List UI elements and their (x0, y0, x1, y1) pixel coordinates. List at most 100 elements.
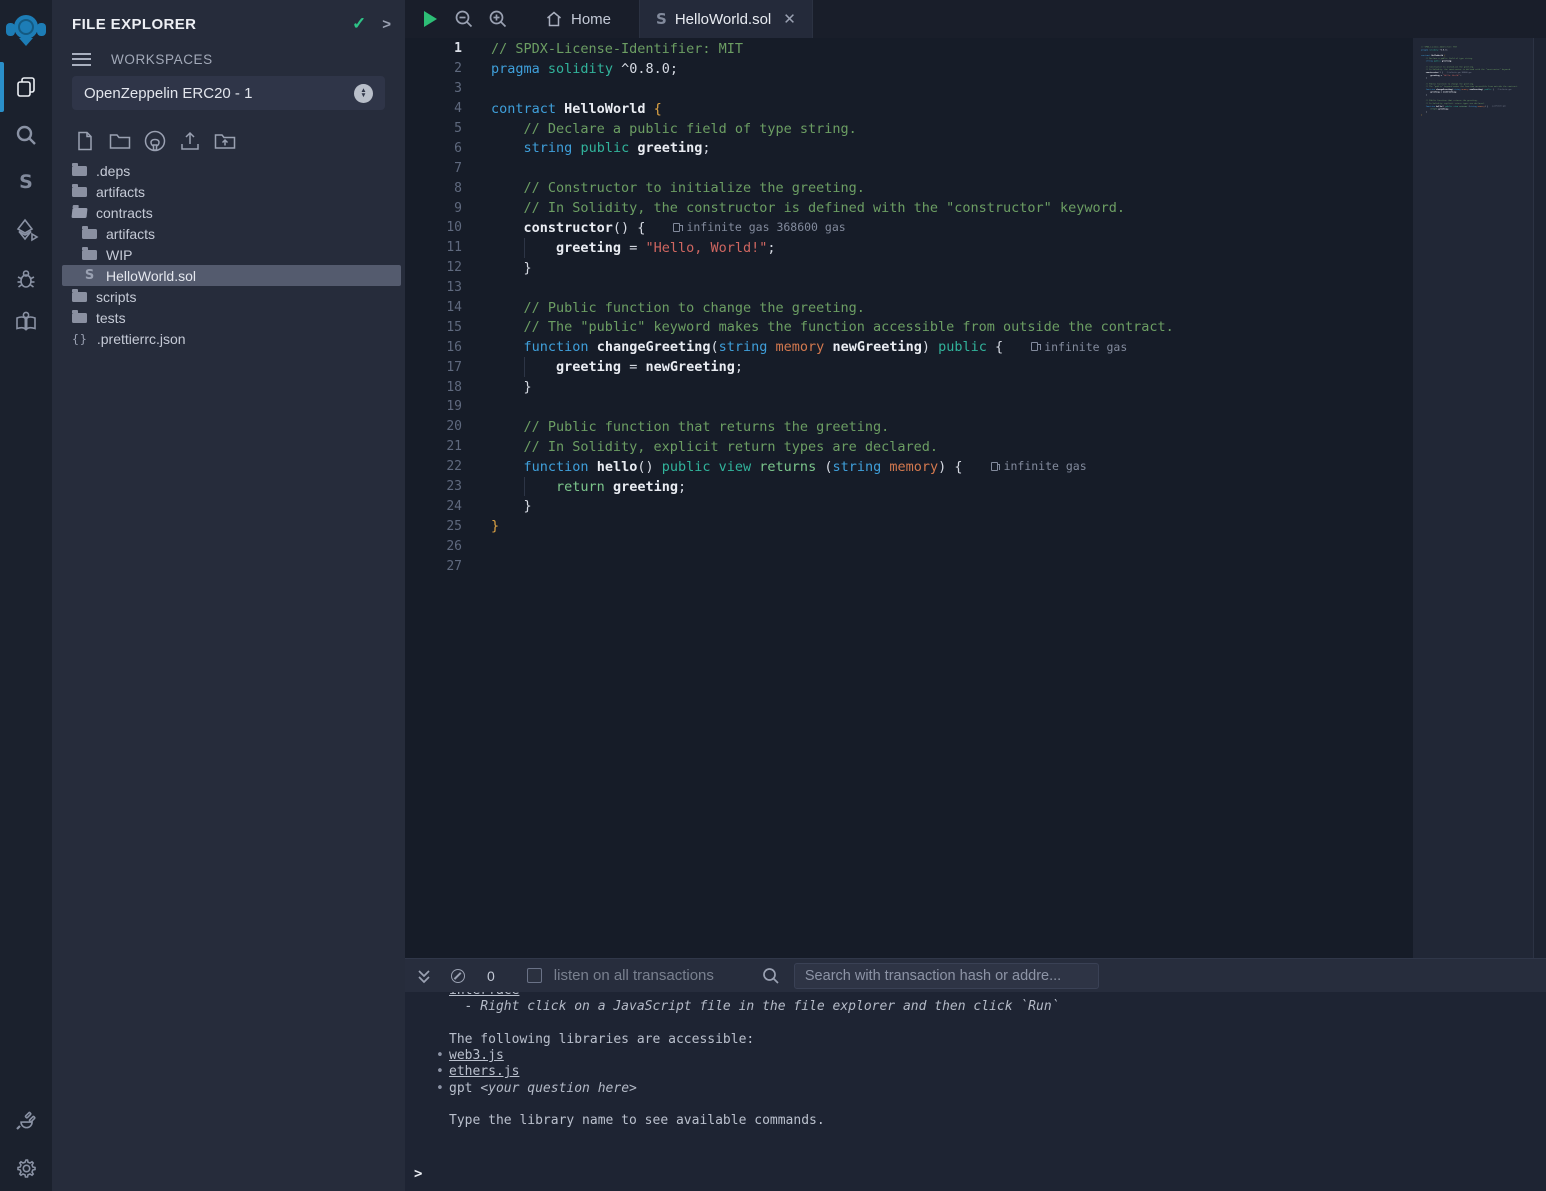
code-line-3[interactable]: 3 (405, 79, 1413, 99)
new-folder-icon[interactable] (107, 128, 133, 154)
tree-item-artifacts[interactable]: artifacts (62, 181, 401, 202)
code-line-19[interactable]: 19 (405, 397, 1413, 417)
tree-item-helloworld-sol[interactable]: SHelloWorld.sol (62, 265, 401, 286)
solidity-file-icon: S (82, 268, 97, 283)
file-explorer-panel: FILE EXPLORER ✓ > WORKSPACES OpenZeppeli… (52, 0, 405, 1191)
tree-item-tests[interactable]: tests (62, 307, 401, 328)
gas-estimate-badge: infinite gas (1031, 340, 1127, 354)
code-line-15[interactable]: 15 // The "public" keyword makes the fun… (405, 317, 1413, 337)
folder-icon (82, 250, 97, 260)
code-line-2[interactable]: 2pragma solidity ^0.8.0; (405, 59, 1413, 79)
gas-pump-icon (991, 462, 998, 471)
code-line-20[interactable]: 20 // Public function that returns the g… (405, 417, 1413, 437)
hamburger-menu-icon[interactable] (72, 53, 91, 66)
terminal-prompt[interactable]: > (414, 1166, 422, 1182)
tree-item--deps[interactable]: .deps (62, 160, 401, 181)
code-line-5[interactable]: 5 // Declare a public field of type stri… (405, 119, 1413, 139)
code-editor[interactable]: 1// SPDX-License-Identifier: MIT2pragma … (1417, 46, 1546, 122)
listen-checkbox[interactable] (527, 968, 542, 983)
upload-file-icon[interactable] (177, 128, 203, 154)
tree-item-artifacts[interactable]: artifacts (62, 223, 401, 244)
terminal-output: interface - Right click on a JavaScript … (405, 992, 1546, 1191)
search-icon[interactable] (0, 115, 52, 155)
tree-item--prettierrc-json[interactable]: {}.prettierrc.json (62, 328, 401, 349)
zoom-in-icon[interactable] (481, 0, 515, 38)
tab-home[interactable]: Home (529, 0, 627, 38)
indent-guide (524, 238, 525, 258)
code-line-6[interactable]: 6 string public greeting; (405, 138, 1413, 158)
home-icon (545, 10, 563, 28)
plugin-manager-icon[interactable] (0, 1100, 52, 1140)
terminal-link[interactable]: ethers.js (449, 1064, 519, 1079)
code-line-13[interactable]: 13 (405, 278, 1413, 298)
code-line-8[interactable]: 8 // Constructor to initialize the greet… (405, 178, 1413, 198)
tab-home-label: Home (571, 11, 611, 28)
chevron-right-icon[interactable]: > (382, 16, 391, 33)
code-line-18[interactable]: 18 } (405, 377, 1413, 397)
code-line-23[interactable]: 23 return greeting; (405, 477, 1413, 497)
deploy-run-icon[interactable] (0, 211, 52, 251)
code-editor[interactable]: 1// SPDX-License-Identifier: MIT2pragma … (405, 39, 1413, 576)
code-line-11[interactable]: 11 greeting = "Hello, World!"; (405, 238, 1413, 258)
debugger-icon[interactable] (0, 259, 52, 299)
code-line-14[interactable]: 14 // Public function to change the gree… (405, 298, 1413, 318)
clear-console-icon[interactable] (451, 969, 465, 983)
code-line-21[interactable]: 21 // In Solidity, explicit return types… (405, 437, 1413, 457)
terminal-line: Type the library name to see available c… (405, 1113, 1546, 1129)
code-line-7[interactable]: 7 (405, 158, 1413, 178)
settings-gear-icon[interactable] (0, 1148, 52, 1188)
terminal-line: •web3.js (405, 1048, 1546, 1064)
run-play-icon[interactable] (413, 0, 447, 38)
terminal-search-input[interactable] (794, 963, 1099, 989)
code-line-27[interactable]: 27 (405, 556, 1413, 576)
activity-bar: S (0, 0, 52, 1191)
folder-icon (72, 187, 87, 197)
workspace-select[interactable]: OpenZeppelin ERC20 - 1 ▲▼ (72, 76, 385, 110)
panel-title: FILE EXPLORER (72, 16, 352, 33)
code-line-4[interactable]: 4contract HelloWorld { (405, 99, 1413, 119)
tab-helloworld-label: HelloWorld.sol (675, 11, 771, 28)
accept-check-icon[interactable]: ✓ (352, 14, 366, 34)
terminal-link[interactable]: interface (449, 992, 519, 998)
code-line-10[interactable]: 10 constructor() {infinite gas 368600 ga… (405, 218, 1413, 238)
terminal-line: The following libraries are accessible: (405, 1032, 1546, 1048)
code-line-16[interactable]: 16 function changeGreeting(string memory… (405, 337, 1413, 357)
editor-scrollbar[interactable] (1533, 38, 1546, 958)
gas-pump-icon (1447, 72, 1448, 73)
editor-tab-bar: Home S HelloWorld.sol ✕ (405, 0, 1546, 38)
solidity-compiler-icon[interactable]: S (0, 162, 52, 202)
expand-terminal-icon[interactable] (417, 968, 431, 984)
code-line-17[interactable]: 17 greeting = newGreeting; (405, 357, 1413, 377)
code-line-25[interactable]: 25} (405, 516, 1413, 536)
folder-icon (72, 292, 87, 302)
learneth-icon[interactable] (0, 301, 52, 341)
github-icon[interactable] (142, 128, 168, 154)
code-line-9[interactable]: 9 // In Solidity, the constructor is def… (405, 198, 1413, 218)
code-line-24[interactable]: 24 } (405, 496, 1413, 516)
terminal-link[interactable]: web3.js (449, 1048, 504, 1063)
code-line-26[interactable]: 26 (405, 536, 1413, 556)
code-line-22[interactable]: 22 function hello() public view returns … (405, 457, 1413, 477)
gas-pump-icon (1031, 342, 1038, 351)
upload-folder-icon[interactable] (212, 128, 238, 154)
minimap[interactable]: 1// SPDX-License-Identifier: MIT2pragma … (1413, 38, 1533, 958)
terminal-line (405, 1097, 1546, 1113)
new-file-icon[interactable] (72, 128, 98, 154)
terminal-bar: 0 listen on all transactions (405, 958, 1546, 992)
code-line-27[interactable]: 27 (1417, 119, 1546, 122)
gas-pump-icon (1492, 106, 1493, 107)
terminal-line (405, 1016, 1546, 1032)
tree-item-contracts[interactable]: contracts (62, 202, 401, 223)
transaction-count-badge: 0 (487, 968, 495, 984)
file-explorer-icon[interactable] (0, 66, 52, 106)
editor-area: Home S HelloWorld.sol ✕ 1// SPDX-License… (405, 0, 1546, 958)
remix-logo[interactable] (4, 8, 48, 52)
code-line-1[interactable]: 1// SPDX-License-Identifier: MIT (405, 39, 1413, 59)
close-tab-icon[interactable]: ✕ (783, 10, 796, 28)
folder-icon (72, 166, 87, 176)
code-line-12[interactable]: 12 } (405, 258, 1413, 278)
tree-item-scripts[interactable]: scripts (62, 286, 401, 307)
tree-item-wip[interactable]: WIP (62, 244, 401, 265)
zoom-out-icon[interactable] (447, 0, 481, 38)
tab-helloworld-sol[interactable]: S HelloWorld.sol ✕ (639, 0, 813, 38)
